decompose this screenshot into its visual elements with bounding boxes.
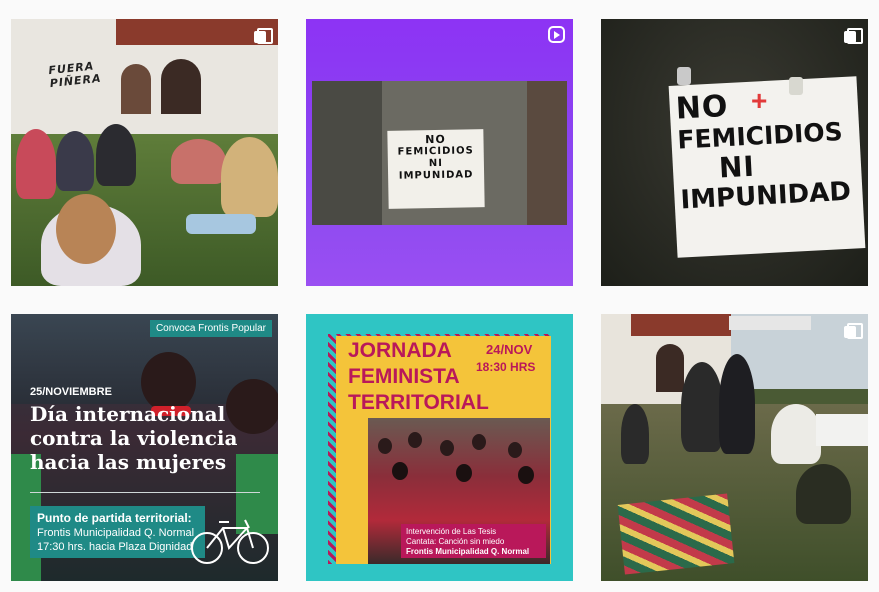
video-frame: NO FEMICIDIOS NI IMPUNIDAD xyxy=(312,81,567,225)
title-line-1: JORNADA xyxy=(348,339,452,362)
blanket xyxy=(186,214,256,234)
can xyxy=(677,67,691,85)
person xyxy=(171,139,226,184)
igtv-icon xyxy=(548,26,565,43)
caption-line-3: Frontis Municipalidad Q. Normal xyxy=(406,547,530,556)
person xyxy=(771,404,821,464)
location-place: Frontis Municipalidad Q. Normal xyxy=(37,527,195,539)
location-time: 17:30 hrs. hacia Plaza Dignidad xyxy=(37,541,193,553)
sign-line-4: IMPUNIDAD xyxy=(398,169,474,182)
can xyxy=(789,77,803,95)
post-tile-5[interactable]: JORNADA FEMINISTA TERRITORIAL 24/NOV 18:… xyxy=(306,314,573,581)
person xyxy=(796,464,851,524)
event-time: 18:30 HRS xyxy=(476,360,536,374)
divider xyxy=(30,492,260,493)
arched-door xyxy=(161,59,201,114)
person xyxy=(56,131,94,191)
multi-photo-icon xyxy=(254,28,273,44)
event-date: 25/NOVIEMBRE xyxy=(30,386,112,398)
title-line-3: TERRITORIAL xyxy=(348,391,489,414)
pavement-edge xyxy=(312,81,382,225)
event-date: 24/NOV xyxy=(486,342,533,357)
post-tile-6[interactable] xyxy=(601,314,868,581)
pavement-edge xyxy=(527,81,567,225)
organizer-badge: Convoca Frontis Popular xyxy=(149,320,272,337)
multi-photo-icon xyxy=(844,323,863,339)
red-cross: + xyxy=(751,85,768,116)
location-box: Punto de partida territorial: Frontis Mu… xyxy=(30,506,205,558)
event-title: Día internacional contra la violencia ha… xyxy=(30,402,238,474)
sign-line-2: FEMICIDIOS xyxy=(397,145,474,158)
title-line-2: FEMINISTA xyxy=(348,365,460,388)
bicycle-icon xyxy=(191,519,269,564)
multi-photo-icon xyxy=(844,28,863,44)
banner xyxy=(729,316,811,330)
protest-sign: NO FEMICIDIOS NI IMPUNIDAD xyxy=(387,129,485,209)
roof xyxy=(631,314,731,336)
post-grid: FUERA PIÑERA NO FEMICIDIOS NI IMPUNIDAD xyxy=(0,0,879,592)
arched-window xyxy=(656,344,684,392)
person xyxy=(719,354,755,454)
caption-line-2: Cantata: Canción sin miedo xyxy=(406,537,505,546)
person xyxy=(681,362,723,452)
post-tile-1[interactable]: FUERA PIÑERA xyxy=(11,19,278,286)
caption-box: Intervención de Las Tesis Cantata: Canci… xyxy=(401,524,546,558)
location-heading: Punto de partida territorial: xyxy=(37,511,192,525)
person xyxy=(621,404,649,464)
table xyxy=(816,414,868,446)
post-tile-4[interactable]: Convoca Frontis Popular 25/NOVIEMBRE Día… xyxy=(11,314,278,581)
caption-line-1: Intervención de Las Tesis xyxy=(406,527,497,536)
hair xyxy=(56,194,116,264)
blanket xyxy=(617,493,735,575)
post-tile-2[interactable]: NO FEMICIDIOS NI IMPUNIDAD xyxy=(306,19,573,286)
person xyxy=(96,124,136,186)
post-tile-3[interactable]: NO FEMICIDIOS NI IMPUNIDAD + xyxy=(601,19,868,286)
person xyxy=(16,129,56,199)
arched-window xyxy=(121,64,151,114)
person xyxy=(221,137,278,217)
